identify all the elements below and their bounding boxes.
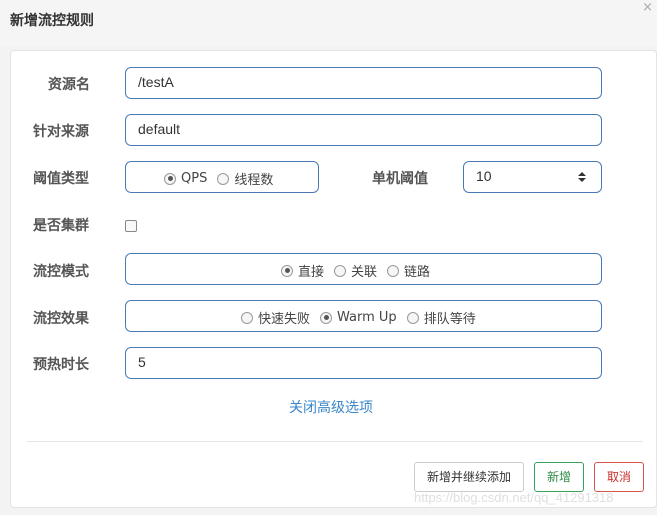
cancel-button[interactable]: 取消 — [594, 462, 644, 492]
resource-input[interactable]: /testA — [125, 67, 602, 99]
threshold-type-group: QPS 线程数 — [125, 161, 319, 193]
limit-app-input[interactable]: default — [125, 114, 602, 146]
resource-label: 资源名 — [48, 77, 90, 93]
behavior-warm-up[interactable]: Warm Up — [320, 310, 397, 325]
resource-input-value: /testA — [138, 74, 174, 90]
strategy-chain[interactable]: 链路 — [387, 261, 430, 280]
radio-selected-icon — [281, 264, 293, 277]
rule-form-panel: 资源名 /testA 针对来源 default 阈值类型 QPS 线程数 单机阈… — [10, 50, 657, 508]
radio-unselected-icon — [241, 311, 253, 324]
strategy-direct[interactable]: 直接 — [281, 261, 324, 280]
single-threshold-label: 单机阈值 — [372, 171, 428, 187]
limit-app-input-value: default — [138, 121, 181, 137]
number-spinner-icon[interactable] — [577, 170, 587, 184]
warm-up-period-input[interactable]: 5 — [125, 347, 602, 379]
single-threshold-value: 10 — [476, 168, 492, 184]
cluster-label: 是否集群 — [33, 218, 89, 234]
radio-unselected-icon — [334, 264, 347, 277]
add-and-continue-button[interactable]: 新增并继续添加 — [414, 462, 524, 492]
cluster-checkbox[interactable] — [125, 220, 137, 232]
single-threshold-input[interactable]: 10 — [463, 161, 602, 193]
watermark: https://blog.csdn.net/qq_41291318 — [414, 490, 614, 505]
behavior-warm-up-label: Warm Up — [337, 310, 397, 325]
advanced-options-toggle[interactable]: 关闭高级选项 — [289, 397, 373, 417]
strategy-chain-label: 链路 — [404, 265, 431, 280]
dialog-title: 新增流控规则 — [10, 13, 94, 29]
close-icon[interactable]: × — [642, 0, 653, 16]
radio-selected-icon — [164, 172, 176, 185]
control-behavior-label: 流控效果 — [33, 311, 89, 327]
threshold-type-qps[interactable]: QPS — [164, 171, 207, 186]
threshold-type-label: 阈值类型 — [33, 171, 89, 187]
strategy-group: 直接 关联 链路 — [125, 253, 602, 285]
behavior-queue-label: 排队等待 — [423, 312, 476, 327]
control-behavior-group: 快速失败 Warm Up 排队等待 — [125, 300, 602, 332]
threshold-type-thread-label: 线程数 — [234, 173, 274, 188]
warm-up-period-value: 5 — [138, 354, 146, 370]
strategy-label: 流控模式 — [33, 264, 89, 280]
behavior-fast-fail[interactable]: 快速失败 — [241, 308, 310, 327]
strategy-relate[interactable]: 关联 — [334, 261, 377, 280]
footer-divider — [27, 441, 643, 442]
limit-app-label: 针对来源 — [33, 124, 89, 140]
behavior-fast-fail-label: 快速失败 — [258, 312, 311, 327]
add-button[interactable]: 新增 — [534, 462, 584, 492]
threshold-type-qps-label: QPS — [181, 171, 208, 186]
radio-unselected-icon — [406, 311, 419, 324]
warm-up-period-label: 预热时长 — [33, 357, 89, 373]
strategy-direct-label: 直接 — [298, 265, 325, 280]
radio-unselected-icon — [217, 172, 230, 185]
radio-unselected-icon — [387, 264, 400, 277]
threshold-type-thread[interactable]: 线程数 — [217, 169, 273, 188]
radio-selected-icon — [320, 311, 333, 324]
strategy-relate-label: 关联 — [351, 265, 378, 280]
behavior-queue[interactable]: 排队等待 — [406, 308, 476, 327]
dialog-header: 新增流控规则 × — [0, 0, 657, 46]
